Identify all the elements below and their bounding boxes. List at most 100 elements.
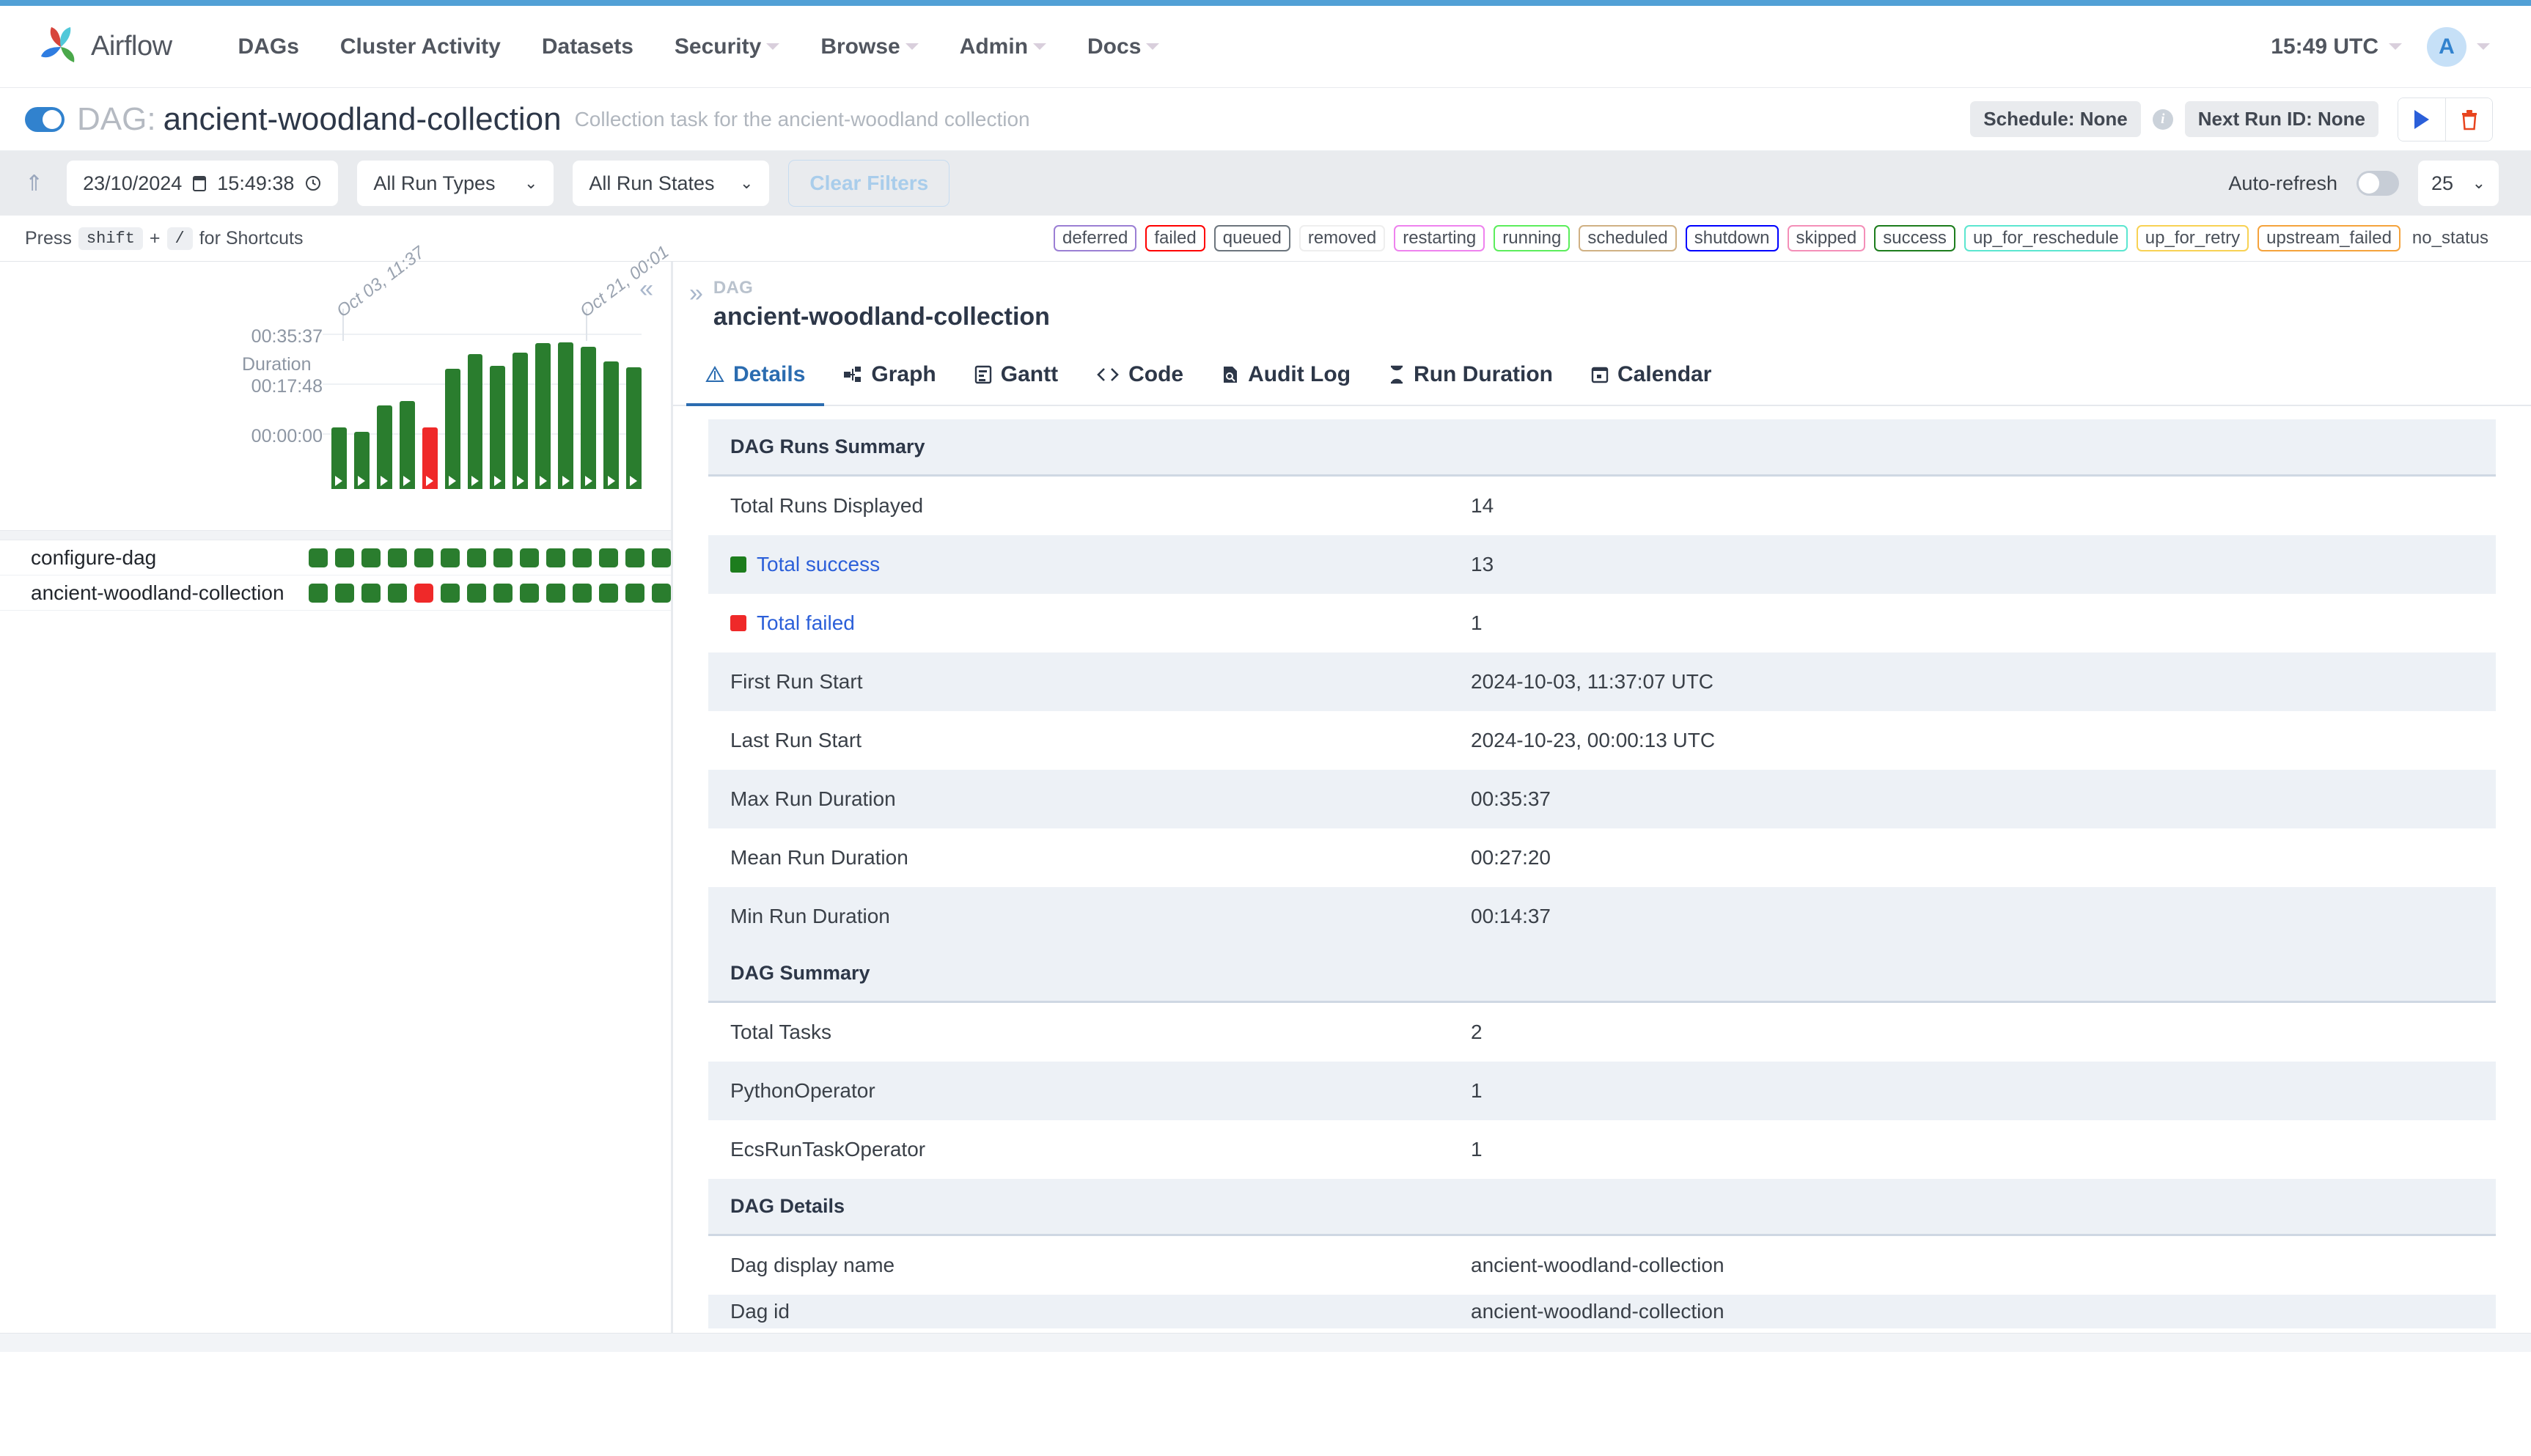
task-instance-square[interactable] [599, 548, 618, 567]
row-key-label[interactable]: Total failed [757, 611, 855, 635]
legend-badge-restarting[interactable]: restarting [1394, 225, 1485, 251]
task-instance-square[interactable] [493, 548, 513, 567]
dag-header: DAG: ancient-woodland-collection Collect… [0, 88, 2531, 151]
chart-bar[interactable] [331, 427, 347, 489]
legend-badge-failed[interactable]: failed [1145, 225, 1205, 251]
nav-item-admin[interactable]: Admin [939, 34, 1067, 59]
y-tick-label: 00:00:00 [251, 426, 323, 446]
task-grid-row[interactable]: configure-dag [0, 540, 671, 576]
nav-item-dags[interactable]: DAGs [218, 34, 320, 59]
task-instance-square[interactable] [599, 583, 618, 603]
play-icon [335, 476, 343, 486]
chevron-down-icon: ⌄ [739, 174, 754, 192]
dag-pause-toggle[interactable] [25, 106, 65, 132]
play-icon [516, 476, 524, 486]
chart-bar[interactable] [603, 361, 619, 489]
legend-badge-up_for_reschedule[interactable]: up_for_reschedule [1964, 225, 2128, 251]
task-instance-square[interactable] [361, 548, 381, 567]
task-instance-square[interactable] [520, 583, 539, 603]
brand-logo-link[interactable]: Airflow [38, 24, 172, 70]
legend-badge-deferred[interactable]: deferred [1053, 225, 1137, 251]
tab-graph[interactable]: Graph [824, 346, 955, 406]
task-instance-square[interactable] [546, 583, 565, 603]
chart-bar[interactable] [581, 347, 597, 489]
legend-badge-shutdown[interactable]: shutdown [1685, 225, 1779, 251]
info-icon[interactable]: i [2152, 109, 2173, 130]
chart-bar[interactable] [353, 432, 370, 489]
task-instance-square[interactable] [335, 583, 354, 603]
user-menu[interactable]: A [2427, 26, 2490, 67]
chart-bar[interactable] [422, 427, 438, 489]
chart-bar[interactable] [376, 405, 392, 489]
timezone-selector[interactable]: 15:49 UTC [2271, 34, 2402, 59]
chart-bar[interactable] [490, 366, 506, 489]
chart-bar[interactable] [513, 353, 529, 489]
task-instance-square[interactable] [388, 583, 407, 603]
task-instance-square[interactable] [414, 583, 433, 603]
run-state-select[interactable]: All Run States ⌄ [573, 161, 770, 206]
trigger-dag-button[interactable] [2398, 98, 2445, 141]
clear-filters-button[interactable]: Clear Filters [788, 160, 950, 207]
legend-badge-upstream_failed[interactable]: upstream_failed [2258, 225, 2400, 251]
row-key-label[interactable]: Total success [757, 553, 880, 576]
shortcut-key-slash: / [166, 227, 193, 250]
task-instance-square[interactable] [573, 548, 592, 567]
tab-run-duration[interactable]: Run Duration [1370, 346, 1572, 406]
page-size-select[interactable]: 25 ⌄ [2418, 161, 2499, 206]
legend-badge-success[interactable]: success [1874, 225, 1955, 251]
nav-item-cluster-activity[interactable]: Cluster Activity [320, 34, 521, 59]
nav-item-browse[interactable]: Browse [800, 34, 938, 59]
task-instance-square[interactable] [546, 548, 565, 567]
expand-details-icon[interactable]: » [689, 281, 703, 306]
task-instance-square[interactable] [361, 583, 381, 603]
chart-bar[interactable] [399, 401, 415, 489]
legend-badge-removed[interactable]: removed [1298, 225, 1386, 251]
task-instance-square[interactable] [520, 548, 539, 567]
chart-bar[interactable] [535, 343, 551, 489]
task-instance-square[interactable] [441, 548, 460, 567]
task-instance-square[interactable] [467, 583, 486, 603]
task-instance-square[interactable] [414, 548, 433, 567]
task-instance-square[interactable] [388, 548, 407, 567]
chart-bar[interactable] [558, 342, 574, 489]
task-instance-square[interactable] [625, 583, 644, 603]
legend-badge-queued[interactable]: queued [1213, 225, 1290, 251]
legend-badge-skipped[interactable]: skipped [1787, 225, 1866, 251]
dag-header-actions: Schedule: None i Next Run ID: None [1970, 97, 2493, 141]
task-instance-square[interactable] [467, 548, 486, 567]
chart-bar[interactable] [444, 369, 460, 489]
chart-plot-area: Oct 03, 11:37 Oct 21, 00:01 [323, 242, 673, 489]
chart-bar[interactable] [467, 354, 483, 489]
nav-item-datasets[interactable]: Datasets [521, 34, 654, 59]
tab-code[interactable]: Code [1077, 346, 1202, 406]
legend-badge-no-status[interactable]: no_status [2409, 227, 2491, 250]
run-type-select[interactable]: All Run Types ⌄ [357, 161, 554, 206]
play-icon [584, 476, 592, 486]
filter-bar-right: Auto-refresh 25 ⌄ [2228, 161, 2499, 206]
run-date-input[interactable]: 23/10/2024 15:49:38 [67, 161, 339, 206]
task-instance-square[interactable] [652, 548, 671, 567]
task-instance-square[interactable] [309, 583, 328, 603]
task-grid-row[interactable]: ancient-woodland-collection [0, 576, 671, 611]
task-instance-square[interactable] [441, 583, 460, 603]
tab-calendar[interactable]: Calendar [1572, 346, 1730, 406]
details-tabs: Details Graph Gantt Code Audit Log Run Durati… [673, 346, 2531, 406]
chart-bar[interactable] [625, 367, 642, 489]
task-instance-square[interactable] [335, 548, 354, 567]
task-instance-square[interactable] [625, 548, 644, 567]
task-instance-square[interactable] [493, 583, 513, 603]
nav-item-docs[interactable]: Docs [1067, 34, 1180, 59]
tab-audit-log[interactable]: Audit Log [1202, 346, 1370, 406]
nav-item-security[interactable]: Security [654, 34, 800, 59]
tab-gantt[interactable]: Gantt [955, 346, 1077, 406]
legend-badge-up_for_retry[interactable]: up_for_retry [2136, 225, 2249, 251]
task-instance-square[interactable] [573, 583, 592, 603]
legend-badge-running[interactable]: running [1494, 225, 1571, 251]
task-instance-square[interactable] [652, 583, 671, 603]
legend-badge-scheduled[interactable]: scheduled [1579, 225, 1677, 251]
task-instance-square[interactable] [309, 548, 328, 567]
auto-refresh-toggle[interactable] [2356, 171, 2399, 196]
collapse-filters-icon[interactable]: ⇑ [25, 171, 43, 196]
delete-dag-button[interactable] [2445, 98, 2492, 141]
tab-details[interactable]: Details [686, 346, 825, 406]
